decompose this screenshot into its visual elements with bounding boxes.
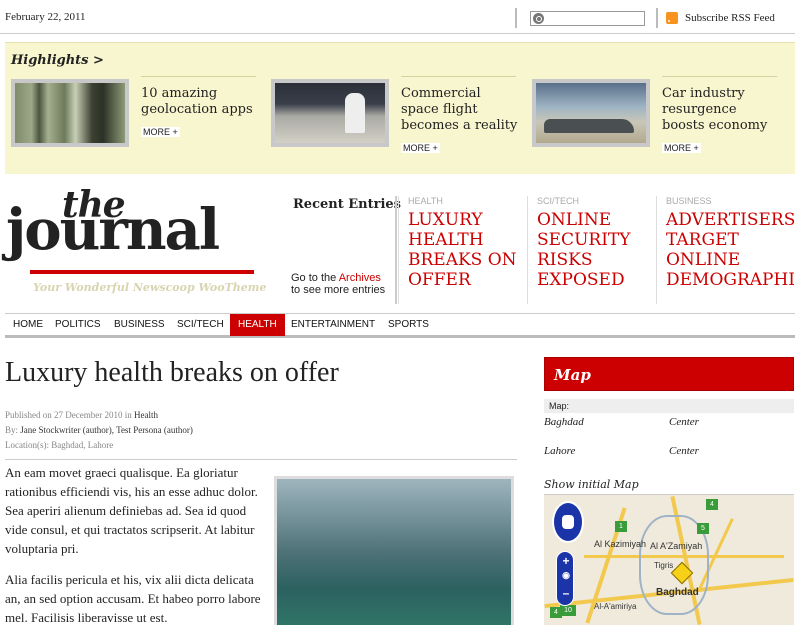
highlights-heading[interactable]: Highlights > [11,53,104,68]
zoom-in-button[interactable]: + [557,554,575,568]
article-published: Published on 27 December 2010 in Health [5,410,158,420]
nav-home[interactable]: HOME [5,314,51,336]
nav-sports[interactable]: SPORTS [380,314,437,336]
nav-sci-tech[interactable]: SCI/TECH [169,314,232,336]
category-link[interactable]: Health [134,410,158,420]
entry-category[interactable]: SCI/TECH [537,196,579,206]
route-badge: 1 [615,521,627,532]
logo-journal[interactable]: journal [6,202,220,258]
location-type: Center [669,416,699,428]
nav-entertainment[interactable]: ENTERTAINMENT [283,314,383,336]
rss-icon[interactable] [666,12,678,24]
divider [395,196,397,304]
subscribe-rss-link[interactable]: Subscribe RSS Feed [685,12,775,24]
archives-note: Go to the Archives to see more entries [291,272,386,296]
entry-category[interactable]: HEALTH [408,196,443,206]
recent-entry: SCI/TECH ONLINE SECURITY RISKS EXPOSED [527,196,652,304]
route-badge: 10 [560,605,576,616]
location-name[interactable]: Lahore [544,445,575,457]
map-title: Map [554,366,591,384]
location-type: Center [669,445,699,457]
location-name[interactable]: Baghdad [544,416,584,428]
entry-category[interactable]: BUSINESS [666,196,712,206]
highlight-thumbnail[interactable] [532,79,650,147]
article-paragraph: An eam movet graeci qualisque. Ea gloria… [5,465,258,556]
route-badge: 5 [697,523,709,534]
more-link[interactable]: MORE + [141,127,180,137]
divider [5,459,517,460]
map-label: Map: [549,401,570,411]
author-links[interactable]: Jane Stockwriter (author), Test Persona … [20,425,193,435]
map-pan-control[interactable] [552,501,584,543]
divider [515,8,517,28]
map-label-row: Map: [544,399,794,413]
highlight-item: 10 amazing geolocation apps MORE + [11,76,261,151]
highlight-headline[interactable]: Car industry resurgence boosts economy [662,86,782,134]
logo-underline [30,270,254,274]
current-date: February 22, 2011 [5,11,86,23]
archives-link[interactable]: Archives [339,272,381,284]
article-image [274,476,514,625]
zoom-out-button[interactable]: – [557,586,575,600]
recent-entry: BUSINESS ADVERTISERS TARGET ONLINE DEMOG… [656,196,795,304]
route-badge: 4 [706,499,718,510]
map-place-label: Al A'Zamiyah [650,541,703,551]
map-place-label: Tigris [654,561,674,570]
highlight-headline[interactable]: Commercial space flight becomes a realit… [401,86,521,134]
highlight-item: Commercial space flight becomes a realit… [271,76,521,153]
nav-health[interactable]: HEALTH [230,314,285,336]
masthead: the journal Your Wonderful Newscoop WooT… [0,184,795,306]
more-link[interactable]: MORE + [662,143,701,153]
entry-title[interactable]: ADVERTISERS TARGET ONLINE DEMOGRAPHIC [666,210,795,290]
globe-icon[interactable]: ◉ [557,570,575,581]
search-icon [533,13,544,24]
map-widget-header: Map [544,357,794,391]
map-place-label: Al Kazimiyah [594,539,647,549]
show-initial-map-link[interactable]: Show initial Map [544,478,639,491]
article-paragraph: Alia facilis pericula et his, vix alii d… [5,572,261,625]
entry-title[interactable]: LUXURY HEALTH BREAKS ON OFFER [408,210,517,290]
map-place-label: Al-A'amiriya [594,602,637,611]
route-badge: 4 [550,607,562,618]
article-title: Luxury health breaks on offer [5,357,339,388]
map-zoom-control[interactable]: + ◉ – [556,551,574,606]
article-locations: Location(s): Baghdad, Lahore [5,440,114,450]
recent-entry: HEALTH LUXURY HEALTH BREAKS ON OFFER [398,196,523,304]
entry-title[interactable]: ONLINE SECURITY RISKS EXPOSED [537,210,630,290]
top-bar: February 22, 2011 Subscribe RSS Feed [0,0,795,34]
site-tagline: Your Wonderful Newscoop WooTheme [33,281,267,294]
search-input[interactable] [530,11,645,26]
map-canvas[interactable]: 1 4 5 10 4 Al Kazimiyah Al A'Zamiyah Tig… [544,494,794,625]
divider [656,8,658,28]
nav-business[interactable]: BUSINESS [106,314,173,336]
highlight-item: Car industry resurgence boosts economy M… [532,76,782,153]
highlight-headline[interactable]: 10 amazing geolocation apps [141,86,261,118]
main-nav: HOME POLITICS BUSINESS SCI/TECH HEALTH E… [5,313,795,338]
more-link[interactable]: MORE + [401,143,440,153]
highlight-thumbnail[interactable] [11,79,129,147]
highlights-panel: Highlights > 10 amazing geolocation apps… [5,42,795,174]
highlight-thumbnail[interactable] [271,79,389,147]
nav-politics[interactable]: POLITICS [47,314,109,336]
map-place-label: Baghdad [656,587,699,598]
recent-entries-heading: Recent Entries [293,197,401,212]
article-byline: By: Jane Stockwriter (author), Test Pers… [5,425,193,435]
